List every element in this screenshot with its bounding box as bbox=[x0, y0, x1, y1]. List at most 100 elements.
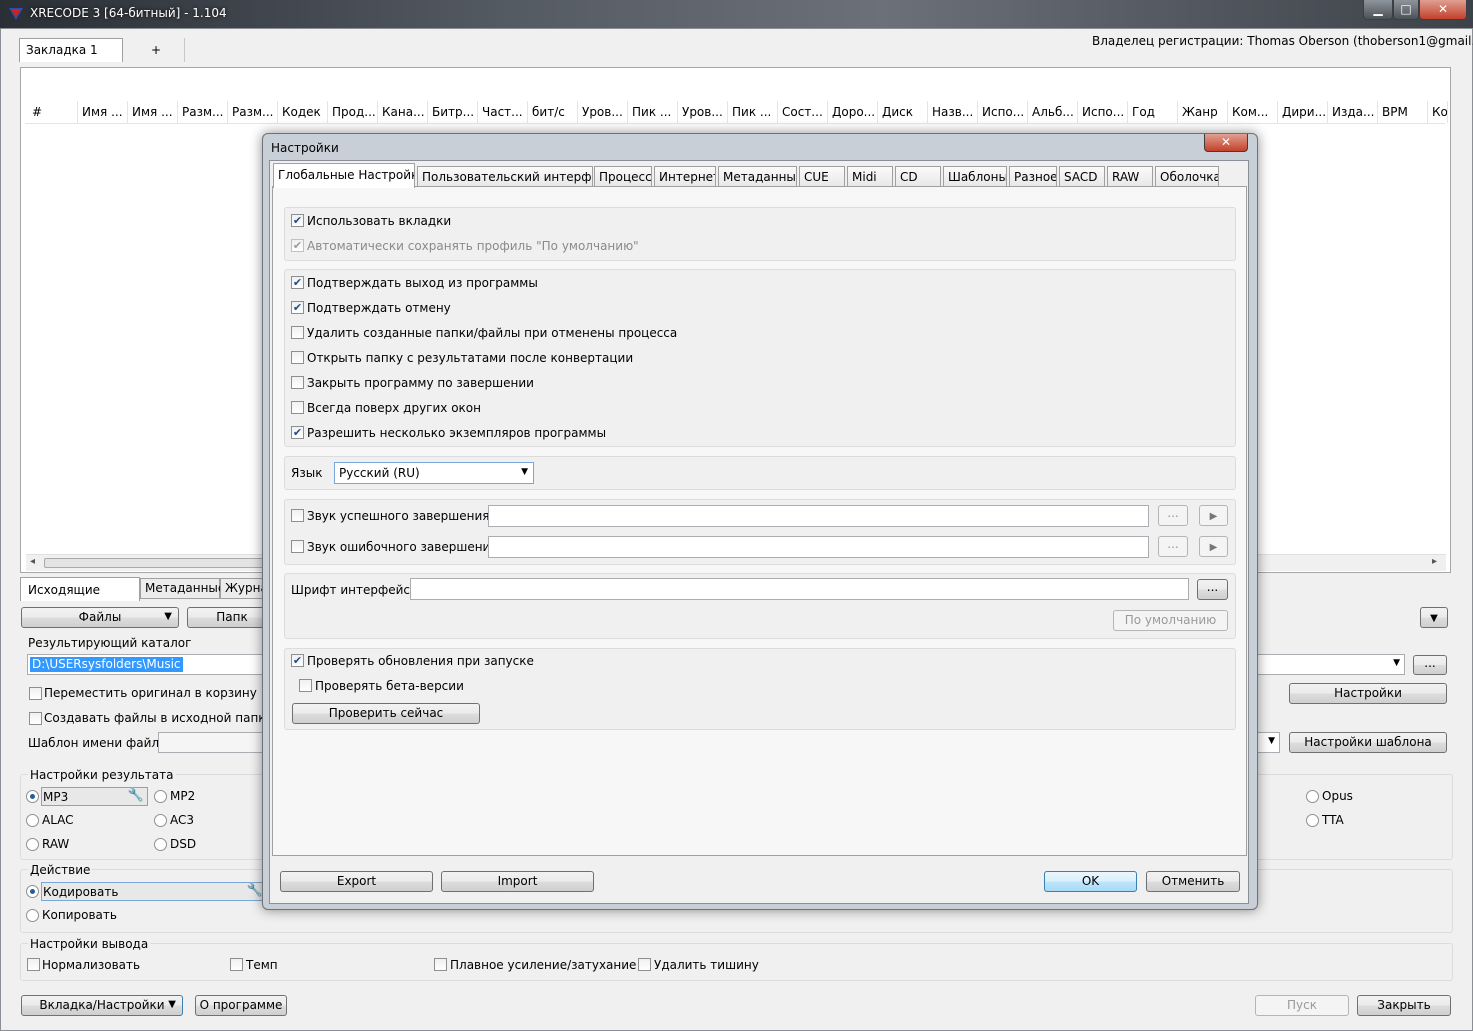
dialog-tab[interactable]: CD bbox=[895, 166, 941, 187]
column-header[interactable]: Битр... bbox=[428, 101, 478, 123]
column-header[interactable]: Ко bbox=[1428, 101, 1448, 123]
column-header[interactable]: бит/с bbox=[528, 101, 578, 123]
export-button[interactable]: Export bbox=[280, 871, 433, 892]
check-now-button[interactable]: Проверить сейчас bbox=[292, 703, 480, 724]
play-icon[interactable]: ▶ bbox=[1199, 536, 1228, 557]
browse-catalog-button[interactable]: ... bbox=[1413, 655, 1447, 675]
tab-settings-dropdown-button[interactable]: Вкладка/Настройки ▼ bbox=[21, 995, 183, 1016]
normalize-checkbox[interactable] bbox=[27, 958, 40, 971]
sound-error-browse-button[interactable]: ... bbox=[1158, 536, 1188, 557]
column-header[interactable]: Год bbox=[1128, 101, 1178, 123]
column-header[interactable]: Кана... bbox=[378, 101, 428, 123]
column-header[interactable]: Диск bbox=[878, 101, 928, 123]
action-copy-radio[interactable] bbox=[26, 909, 39, 922]
sound-success-input[interactable] bbox=[488, 505, 1149, 527]
column-header[interactable]: Разм... bbox=[178, 101, 228, 123]
open-folder-checkbox[interactable] bbox=[291, 351, 304, 364]
template-settings-button[interactable]: Настройки шаблона bbox=[1289, 732, 1447, 753]
start-button[interactable]: Пуск bbox=[1255, 995, 1349, 1016]
font-input[interactable] bbox=[410, 578, 1189, 600]
about-button[interactable]: О программе bbox=[195, 995, 287, 1016]
dialog-tab[interactable]: Разное bbox=[1009, 166, 1057, 187]
import-button[interactable]: Import bbox=[441, 871, 594, 892]
column-header[interactable]: Сост... bbox=[778, 101, 828, 123]
wrench-icon[interactable]: 🔧 bbox=[128, 788, 144, 803]
column-header[interactable]: Дири... bbox=[1278, 101, 1328, 123]
language-select[interactable]: Русский (RU) ▼ bbox=[334, 462, 534, 484]
dialog-tab[interactable]: Процесс bbox=[594, 166, 652, 187]
column-header[interactable]: BPM bbox=[1378, 101, 1428, 123]
column-header[interactable]: Пик ... bbox=[728, 101, 778, 123]
dialog-tab[interactable]: Метаданные bbox=[718, 166, 797, 187]
column-header[interactable]: Прод... bbox=[328, 101, 378, 123]
action-encode-selector[interactable]: Кодировать 🔧 bbox=[41, 882, 267, 901]
column-header[interactable]: Жанр bbox=[1178, 101, 1228, 123]
add-tab-button[interactable]: + bbox=[151, 43, 161, 57]
check-updates-checkbox[interactable]: ✔ bbox=[291, 654, 304, 667]
scroll-right-icon[interactable]: ▸ bbox=[1432, 556, 1437, 567]
scrollbar-thumb[interactable] bbox=[44, 558, 264, 568]
format-mp2-radio[interactable] bbox=[154, 790, 167, 803]
always-on-top-checkbox[interactable] bbox=[291, 401, 304, 414]
delete-on-cancel-checkbox[interactable] bbox=[291, 326, 304, 339]
wrench-icon[interactable]: 🔧 bbox=[247, 883, 263, 898]
close-window-button[interactable]: ✕ bbox=[1419, 0, 1467, 20]
confirm-cancel-checkbox[interactable]: ✔ bbox=[291, 301, 304, 314]
confirm-exit-checkbox[interactable]: ✔ bbox=[291, 276, 304, 289]
column-header[interactable]: Испо... bbox=[1078, 101, 1128, 123]
column-header[interactable]: Ком... bbox=[1228, 101, 1278, 123]
format-dsd-radio[interactable] bbox=[154, 838, 167, 851]
dialog-tab[interactable]: Midi bbox=[847, 166, 893, 187]
result-catalog-input[interactable]: D:\USERsysfolders\Music bbox=[27, 654, 267, 675]
column-header[interactable]: Пик ... bbox=[628, 101, 678, 123]
dialog-tab[interactable]: Оболочка bbox=[1155, 166, 1219, 187]
column-header[interactable]: Разм... bbox=[228, 101, 278, 123]
dialog-tab[interactable]: CUE bbox=[799, 166, 845, 187]
dialog-tab[interactable]: Глобальные Настройки bbox=[273, 163, 415, 188]
column-header[interactable]: Част... bbox=[478, 101, 528, 123]
format-alac-radio[interactable] bbox=[26, 814, 39, 827]
filename-template-input[interactable] bbox=[158, 732, 268, 753]
tempo-checkbox[interactable] bbox=[230, 958, 243, 971]
column-header[interactable]: Кодек bbox=[278, 101, 328, 123]
column-header[interactable]: Доро... bbox=[828, 101, 878, 123]
column-header[interactable]: Уров... bbox=[578, 101, 628, 123]
remove-silence-checkbox[interactable] bbox=[638, 958, 651, 971]
play-icon[interactable]: ▶ bbox=[1199, 505, 1228, 526]
close-button[interactable]: Закрыть bbox=[1357, 995, 1451, 1016]
result-catalog-dropdown[interactable]: ▼ bbox=[1250, 654, 1405, 675]
format-ac3-radio[interactable] bbox=[154, 814, 167, 827]
sound-error-input[interactable] bbox=[488, 536, 1149, 558]
sound-success-browse-button[interactable]: ... bbox=[1158, 505, 1188, 526]
format-opus-radio[interactable] bbox=[1306, 790, 1319, 803]
files-dropdown-button[interactable]: Файлы ▼ bbox=[21, 607, 179, 628]
action-encode-radio[interactable] bbox=[26, 885, 39, 898]
maximize-button[interactable]: □ bbox=[1393, 0, 1419, 20]
dialog-tab[interactable]: Шаблоны bbox=[943, 166, 1007, 187]
dialog-tab[interactable]: SACD bbox=[1059, 166, 1105, 187]
chevron-down-icon[interactable]: ▼ bbox=[1420, 607, 1448, 628]
tab-metadata[interactable]: Метаданные bbox=[140, 578, 225, 599]
check-beta-checkbox[interactable] bbox=[299, 679, 312, 692]
column-header[interactable]: Альб... bbox=[1028, 101, 1078, 123]
settings-button[interactable]: Настройки bbox=[1289, 683, 1447, 704]
sound-success-checkbox[interactable] bbox=[291, 509, 304, 522]
autosave-profile-checkbox[interactable]: ✔ bbox=[291, 239, 304, 252]
dialog-tab[interactable]: Пользовательский интерфейс bbox=[417, 166, 593, 187]
dialog-close-button[interactable]: ✕ bbox=[1204, 134, 1248, 152]
tab-zakladka-1[interactable]: Закладка 1 bbox=[19, 38, 123, 62]
use-tabs-checkbox[interactable]: ✔ bbox=[291, 214, 304, 227]
tab-source-files[interactable]: Исходящие Файлы bbox=[20, 577, 140, 621]
close-on-finish-checkbox[interactable] bbox=[291, 376, 304, 389]
dialog-tab[interactable]: RAW bbox=[1107, 166, 1153, 187]
column-header[interactable]: Изда... bbox=[1328, 101, 1378, 123]
sound-error-checkbox[interactable] bbox=[291, 540, 304, 553]
column-header[interactable]: Имя ... bbox=[78, 101, 128, 123]
format-raw-radio[interactable] bbox=[26, 838, 39, 851]
multi-instance-checkbox[interactable]: ✔ bbox=[291, 426, 304, 439]
column-header[interactable]: Испо... bbox=[978, 101, 1028, 123]
create-in-source-checkbox[interactable] bbox=[29, 712, 42, 725]
scroll-left-icon[interactable]: ◂ bbox=[30, 556, 35, 567]
format-tta-radio[interactable] bbox=[1306, 814, 1319, 827]
column-header[interactable]: Уров... bbox=[678, 101, 728, 123]
